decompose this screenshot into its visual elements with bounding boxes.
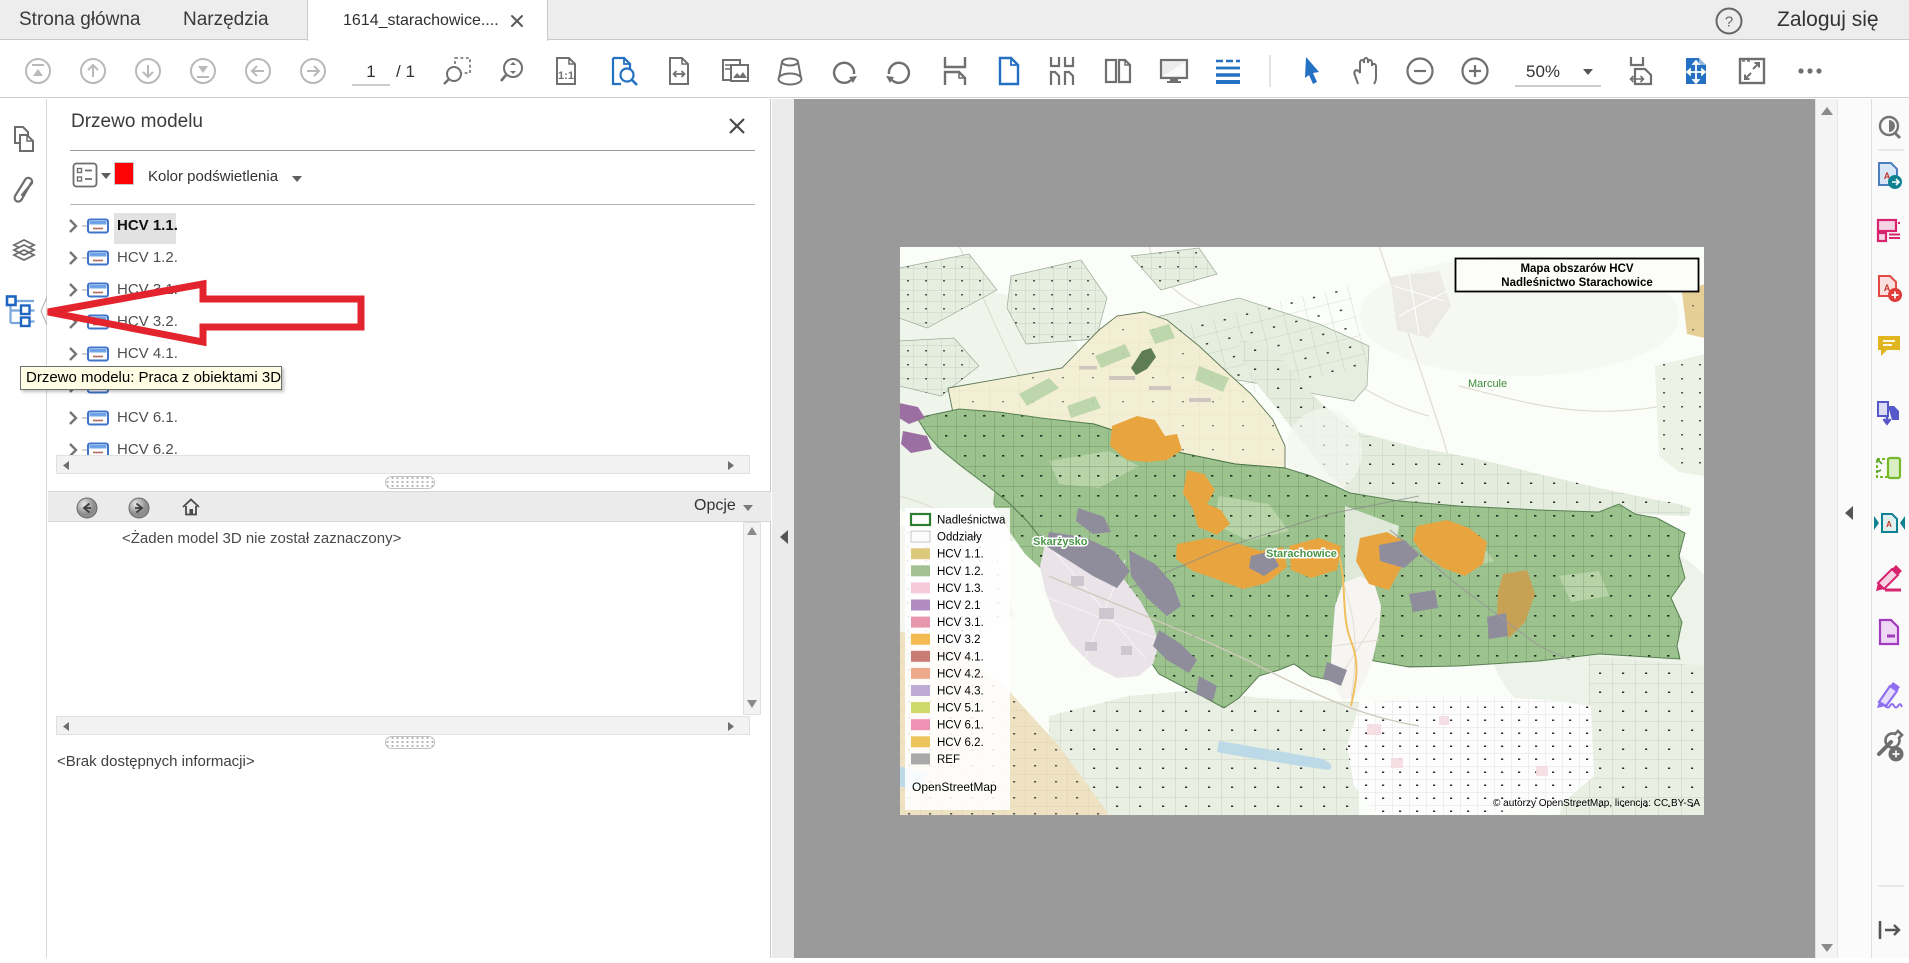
svg-text:Marcule: Marcule	[1468, 378, 1507, 390]
svg-text:HCV 1.3.: HCV 1.3.	[937, 583, 984, 595]
svg-text:?: ?	[1725, 14, 1733, 31]
svg-text:1: 1	[366, 62, 375, 81]
svg-text:Oddziały: Oddziały	[937, 532, 982, 544]
svg-text:/ 1: / 1	[396, 62, 415, 81]
svg-text:HCV 1.1.: HCV 1.1.	[937, 549, 984, 561]
svg-text:© autorzy OpenStreetMap, licen: © autorzy OpenStreetMap, licencja: CC BY…	[1493, 798, 1700, 809]
svg-text:Starachowice: Starachowice	[1266, 548, 1337, 560]
svg-text:HCV 6.2.: HCV 6.2.	[937, 737, 984, 749]
svg-text:OpenStreetMap: OpenStreetMap	[912, 780, 997, 794]
svg-text:50%: 50%	[1526, 62, 1560, 81]
svg-text:A: A	[1886, 520, 1892, 529]
svg-text:HCV 1.2.: HCV 1.2.	[937, 566, 984, 578]
svg-text:Nadleśnictwa: Nadleśnictwa	[937, 515, 1006, 527]
svg-text:HCV 3.2: HCV 3.2	[937, 634, 980, 646]
svg-text:HCV 3.1.: HCV 3.1.	[937, 617, 984, 629]
svg-text:HCV 2.1: HCV 2.1	[937, 600, 980, 612]
svg-text:Mapa obszarów HCV: Mapa obszarów HCV	[1520, 263, 1633, 275]
svg-text:HCV 4.2.: HCV 4.2.	[937, 668, 984, 680]
svg-text:HCV 6.1.: HCV 6.1.	[937, 720, 984, 732]
svg-text:HCV 4.1.: HCV 4.1.	[937, 651, 984, 663]
svg-text:Nadleśnictwo Starachowice: Nadleśnictwo Starachowice	[1501, 277, 1652, 289]
svg-text:HCV 4.3.: HCV 4.3.	[937, 686, 984, 698]
svg-text:REF: REF	[937, 754, 960, 766]
svg-text:HCV 5.1.: HCV 5.1.	[937, 703, 984, 715]
svg-text:Skarżysko: Skarżysko	[1033, 536, 1088, 548]
svg-text:1:1: 1:1	[558, 70, 574, 82]
